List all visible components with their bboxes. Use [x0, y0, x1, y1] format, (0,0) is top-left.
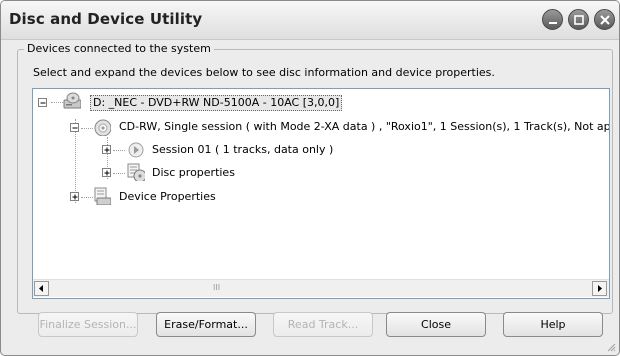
tree-connector — [113, 173, 125, 174]
cd-drive-icon — [63, 92, 81, 109]
maximize-icon — [574, 15, 584, 25]
minimize-button[interactable] — [542, 9, 563, 30]
scroll-left-button[interactable] — [34, 281, 49, 296]
expand-device-properties-toggle[interactable] — [70, 192, 79, 201]
tree-item-device[interactable]: D: _NEC - DVD+RW ND-5100A - 10AC [3,0,0] — [90, 95, 343, 111]
group-legend: Devices connected to the system — [24, 42, 214, 55]
tree-connector — [81, 128, 93, 129]
window-title: Disc and Device Utility — [9, 10, 203, 28]
device-tree[interactable]: D: _NEC - DVD+RW ND-5100A - 10AC [3,0,0]… — [32, 88, 610, 299]
disc-properties-icon — [127, 163, 145, 181]
scroll-right-button[interactable] — [592, 281, 607, 296]
collapse-device-toggle[interactable] — [38, 98, 47, 107]
tree-connector — [113, 150, 125, 151]
cd-disc-icon — [94, 119, 111, 136]
close-button[interactable]: Close — [386, 312, 486, 337]
collapse-disc-toggle[interactable] — [70, 123, 79, 132]
scroll-left-icon — [39, 285, 43, 292]
close-icon — [600, 15, 610, 25]
close-window-button[interactable] — [594, 9, 615, 30]
scrollbar-grip[interactable]: III — [213, 283, 220, 292]
horizontal-scrollbar[interactable]: III — [33, 279, 609, 297]
scroll-right-icon — [598, 285, 602, 292]
title-bar[interactable]: Disc and Device Utility — [1, 1, 619, 40]
read-track-button[interactable]: Read Track... — [273, 312, 373, 337]
help-button[interactable]: Help — [503, 312, 603, 337]
maximize-button[interactable] — [568, 9, 589, 30]
tree-item-session[interactable]: Session 01 ( 1 tracks, data only ) — [152, 143, 333, 157]
tree-connector — [81, 197, 93, 198]
disc-device-utility-window: Disc and Device Utility Devices connecte… — [0, 0, 620, 356]
expand-session-toggle[interactable] — [102, 145, 111, 154]
instructions-text: Select and expand the devices below to s… — [33, 66, 495, 79]
finalize-session-button[interactable]: Finalize Session... — [38, 312, 138, 337]
tree-item-disc[interactable]: CD-RW, Single session ( with Mode 2-XA d… — [119, 120, 609, 134]
session-icon — [128, 142, 144, 158]
tree-content: D: _NEC - DVD+RW ND-5100A - 10AC [3,0,0]… — [33, 89, 609, 279]
tree-item-device-properties[interactable]: Device Properties — [119, 190, 216, 204]
device-properties-icon — [94, 187, 111, 205]
minimize-icon — [549, 22, 557, 24]
tree-item-disc-properties[interactable]: Disc properties — [152, 166, 235, 180]
resize-grip-icon[interactable] — [606, 342, 616, 352]
erase-format-button[interactable]: Erase/Format... — [156, 312, 256, 337]
expand-disc-properties-toggle[interactable] — [102, 168, 111, 177]
